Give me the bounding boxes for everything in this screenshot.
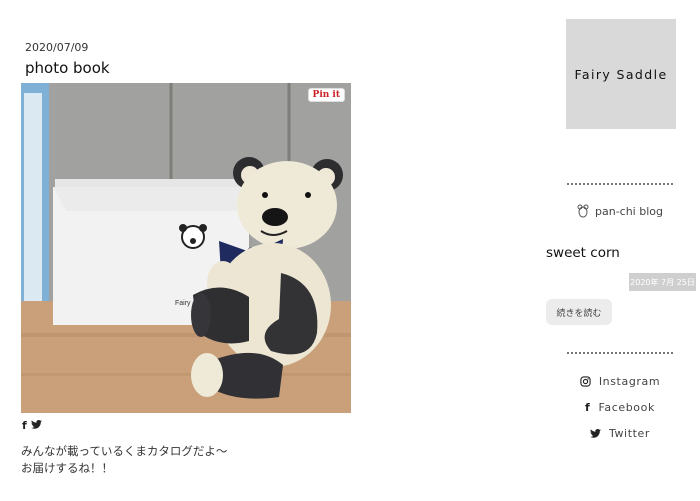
blog-link[interactable]: pan-chi blog [567, 204, 673, 218]
post-body-line: お届けするね！！ [21, 461, 113, 475]
instagram-label: Instagram [598, 375, 661, 388]
post-title[interactable]: photo book [25, 59, 110, 77]
bear-icon [577, 204, 589, 218]
teddy-bear-photo: Fairy [21, 83, 351, 413]
site-logo[interactable]: Fairy Saddle [566, 19, 676, 129]
post-body-line: みんなが載っているくまカタログだよ〜 [21, 444, 228, 458]
post-photo: Fairy Pin it [21, 83, 351, 413]
facebook-label: Facebook [598, 401, 655, 414]
recent-post-date: 2020年 7月 25日 [629, 273, 696, 291]
divider [567, 183, 673, 185]
blog-link-label: pan-chi blog [595, 204, 663, 218]
twitter-link[interactable]: Twitter [567, 427, 673, 440]
facebook-link[interactable]: f Facebook [567, 401, 673, 414]
divider [567, 352, 673, 354]
site-logo-text: Fairy Saddle [574, 66, 668, 82]
twitter-label: Twitter [608, 427, 651, 440]
post-date: 2020/07/09 [25, 41, 89, 54]
facebook-icon[interactable]: f [22, 419, 27, 432]
instagram-icon [580, 376, 591, 387]
post-body: みんなが載っているくまカタログだよ〜 お届けするね！！ [21, 443, 227, 477]
pin-it-button[interactable]: Pin it [307, 88, 345, 102]
twitter-icon [590, 429, 601, 438]
read-more-button[interactable]: 続きを読む [546, 299, 612, 325]
recent-post-title[interactable]: sweet corn [546, 245, 620, 261]
twitter-icon[interactable] [30, 419, 42, 432]
instagram-link[interactable]: Instagram [567, 375, 673, 388]
facebook-icon: f [585, 401, 591, 414]
envelope-text: Fairy [175, 300, 191, 307]
share-icons: f [22, 419, 42, 432]
